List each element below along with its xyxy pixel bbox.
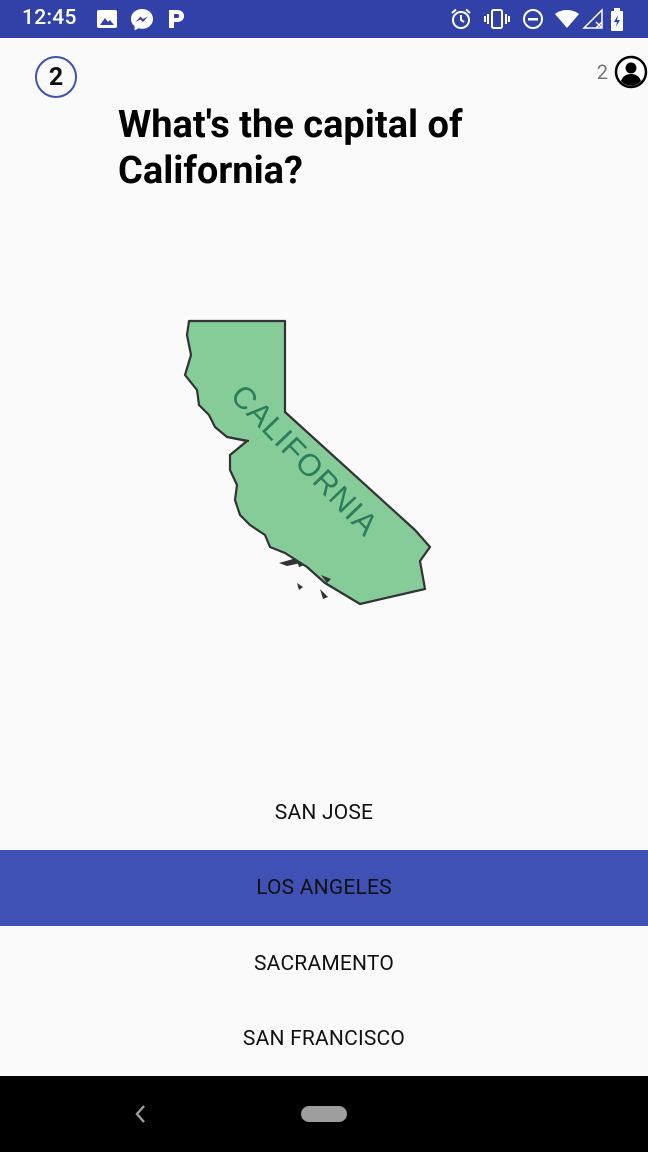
- alarm-icon: [450, 8, 472, 34]
- profile-icon[interactable]: [614, 55, 648, 93]
- score-count: 2: [596, 60, 608, 84]
- image-icon: [96, 8, 118, 34]
- wifi-icon: [554, 8, 580, 34]
- do-not-disturb-icon: [522, 8, 544, 34]
- question-text: What's the capital of California?: [118, 103, 463, 193]
- signal-icon: [582, 8, 604, 34]
- status-bar: 12:45: [0, 0, 648, 38]
- home-pill-button[interactable]: [301, 1106, 347, 1122]
- answer-label: SACRAMENTO: [253, 951, 394, 976]
- answer-label: SAN FRANCISCO: [242, 1026, 406, 1051]
- answer-list: SAN JOSE LOS ANGELES SACRAMENTO SAN FRAN…: [0, 775, 648, 1076]
- question-number-badge: 2: [35, 56, 77, 98]
- answer-option-sacramento[interactable]: SACRAMENTO: [0, 926, 648, 1001]
- messenger-icon: [130, 8, 154, 36]
- answer-label: LOS ANGELES: [256, 876, 392, 900]
- answer-label: SAN JOSE: [274, 800, 374, 825]
- vibrate-icon: [484, 8, 510, 34]
- battery-icon: [610, 8, 624, 36]
- status-time: 12:45: [22, 6, 77, 30]
- answer-option-san-jose[interactable]: SAN JOSE: [0, 775, 648, 850]
- answer-option-san-francisco[interactable]: SAN FRANCISCO: [0, 1001, 648, 1076]
- back-icon[interactable]: [132, 1103, 148, 1129]
- california-map-image: CALIFORNIA: [175, 315, 445, 619]
- answer-option-los-angeles[interactable]: LOS ANGELES: [0, 850, 648, 926]
- parking-icon: [166, 8, 186, 34]
